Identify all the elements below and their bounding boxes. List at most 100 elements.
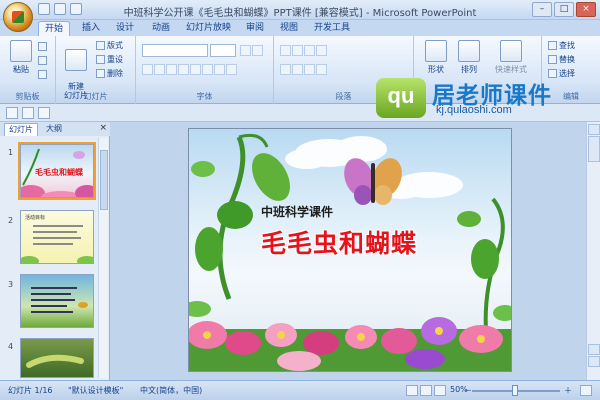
layout-button[interactable]: 版式 — [96, 40, 123, 51]
format-painter-button[interactable] — [38, 70, 47, 79]
tab-design[interactable]: 设计 — [110, 21, 140, 36]
underline-icon[interactable] — [166, 64, 177, 75]
pane-close-icon[interactable]: × — [99, 123, 107, 133]
tab-home[interactable]: 开始 — [38, 21, 71, 36]
outline-icon[interactable] — [38, 107, 50, 119]
tab-animations[interactable]: 动画 — [146, 21, 176, 36]
vertical-scrollbar[interactable] — [586, 122, 600, 380]
group-slides: 新建 幻灯片 版式 重设 删除 幻灯片 — [56, 36, 136, 104]
thumb-1-title: 毛毛虫和蝴蝶 — [35, 168, 83, 177]
font-color-icon[interactable] — [226, 64, 237, 75]
prev-slide-icon[interactable] — [588, 344, 600, 355]
shape-button[interactable]: 形状 — [420, 40, 452, 75]
align-right-icon[interactable] — [304, 64, 315, 75]
zoom-slider-thumb[interactable] — [512, 385, 518, 396]
delete-icon — [96, 69, 105, 78]
align-center-icon[interactable] — [292, 64, 303, 75]
title-bar: 中班科学公开课《毛毛虫和蝴蝶》PPT课件 [兼容模式] - Microsoft … — [0, 0, 600, 20]
tab-view[interactable]: 视图 — [274, 21, 304, 36]
grow-font-icon[interactable] — [240, 45, 251, 56]
next-slide-icon[interactable] — [588, 356, 600, 367]
align-left-icon[interactable] — [280, 64, 291, 75]
cut-button[interactable] — [38, 42, 47, 51]
zoom-out-button[interactable]: － — [464, 385, 472, 396]
strikethrough-icon[interactable] — [178, 64, 189, 75]
tab-slides-pane[interactable]: 幻灯片 — [4, 123, 38, 136]
replace-icon — [548, 55, 557, 64]
binoculars-icon — [548, 41, 557, 50]
watermark-url: kj.qulaoshi.com — [436, 104, 512, 116]
status-bar: 幻灯片 1/16 "默认设计模板" 中文(简体，中国) 50% － ＋ — [0, 380, 600, 400]
font-size-buttons — [240, 45, 263, 56]
normal-view-button[interactable] — [406, 385, 418, 396]
shapes-icon — [425, 40, 447, 62]
italic-icon[interactable] — [154, 64, 165, 75]
slideshow-view-button[interactable] — [434, 385, 446, 396]
copy-button[interactable] — [38, 56, 47, 65]
scissors-icon — [38, 42, 47, 51]
reset-button[interactable]: 重设 — [96, 54, 123, 65]
case-icon[interactable] — [214, 64, 225, 75]
sorter-view-button[interactable] — [420, 385, 432, 396]
ribbon-tabs: 开始 插入 设计 动画 幻灯片放映 审阅 视图 开发工具 — [0, 20, 600, 36]
group-label-font: 字体 — [196, 92, 213, 101]
shadow-icon[interactable] — [190, 64, 201, 75]
bullets-icon[interactable] — [280, 45, 291, 56]
scroll-thumb[interactable] — [588, 136, 600, 162]
pane-scroll-thumb[interactable] — [100, 150, 108, 210]
font-name-select[interactable] — [142, 44, 208, 57]
normal-view-icon[interactable] — [6, 107, 18, 119]
find-button[interactable]: 查找 — [548, 40, 575, 51]
quick-style-icon — [500, 40, 522, 62]
spacing-icon[interactable] — [202, 64, 213, 75]
pane-scrollbar[interactable] — [98, 138, 108, 378]
window-controls: – □ × — [532, 2, 596, 17]
slide-thumbnail-3[interactable] — [20, 274, 94, 328]
pane-tabs: 幻灯片 大纲 × — [0, 122, 110, 136]
decrease-indent-icon[interactable] — [304, 45, 315, 56]
group-label-slides: 幻灯片 — [83, 92, 108, 101]
replace-button[interactable]: 替换 — [548, 54, 575, 65]
slide-subtitle[interactable]: 中班科学课件 — [261, 203, 333, 220]
slide-sorter-icon[interactable] — [22, 107, 34, 119]
format-buttons — [142, 64, 237, 75]
bold-icon[interactable] — [142, 64, 153, 75]
tab-insert[interactable]: 插入 — [76, 21, 106, 36]
increase-indent-icon[interactable] — [316, 45, 327, 56]
group-font: 字体 — [136, 36, 274, 104]
group-clipboard: 粘贴 剪贴板 — [0, 36, 56, 104]
scroll-up-icon[interactable] — [588, 124, 600, 135]
watermark-logo: qu 居老师课件 kj.qulaoshi.com — [376, 78, 572, 120]
delete-button[interactable]: 删除 — [96, 68, 123, 79]
fit-to-window-icon[interactable] — [580, 385, 592, 396]
qu-logo-icon: qu — [376, 78, 426, 118]
justify-icon[interactable] — [316, 64, 327, 75]
tab-slideshow[interactable]: 幻灯片放映 — [180, 21, 237, 36]
paste-button[interactable]: 粘贴 — [8, 40, 34, 75]
tab-developer[interactable]: 开发工具 — [308, 21, 356, 36]
slide-thumbnail-1[interactable]: 毛毛虫和蝴蝶 — [18, 142, 96, 200]
zoom-in-button[interactable]: ＋ — [564, 385, 572, 396]
minimize-button[interactable]: – — [532, 2, 552, 17]
slide-title[interactable]: 毛毛虫和蝴蝶 — [261, 224, 417, 260]
thumb-number: 1 — [8, 148, 14, 157]
layout-icon — [96, 41, 105, 50]
theme-name: "默认设计模板" — [68, 386, 124, 395]
slide-thumbnail-2[interactable]: 活动目标 — [20, 210, 94, 264]
thumb-4-art — [26, 354, 84, 368]
current-slide[interactable]: 中班科学课件 毛毛虫和蝴蝶 — [188, 128, 512, 372]
close-button[interactable]: × — [576, 2, 596, 17]
tab-outline-pane[interactable]: 大纲 — [42, 123, 66, 136]
font-size-select[interactable] — [210, 44, 236, 57]
maximize-button[interactable]: □ — [554, 2, 574, 17]
office-button[interactable] — [3, 2, 33, 32]
quick-style-button[interactable]: 快速样式 — [486, 40, 536, 75]
slide-thumbnail-4[interactable] — [20, 338, 94, 378]
shrink-font-icon[interactable] — [252, 45, 263, 56]
window-title: 中班科学公开课《毛毛虫和蝴蝶》PPT课件 [兼容模式] - Microsoft … — [123, 8, 477, 19]
list-buttons — [280, 45, 327, 56]
arrange-button[interactable]: 排列 — [454, 40, 484, 75]
tab-review[interactable]: 审阅 — [240, 21, 270, 36]
brush-icon — [38, 70, 47, 79]
numbering-icon[interactable] — [292, 45, 303, 56]
